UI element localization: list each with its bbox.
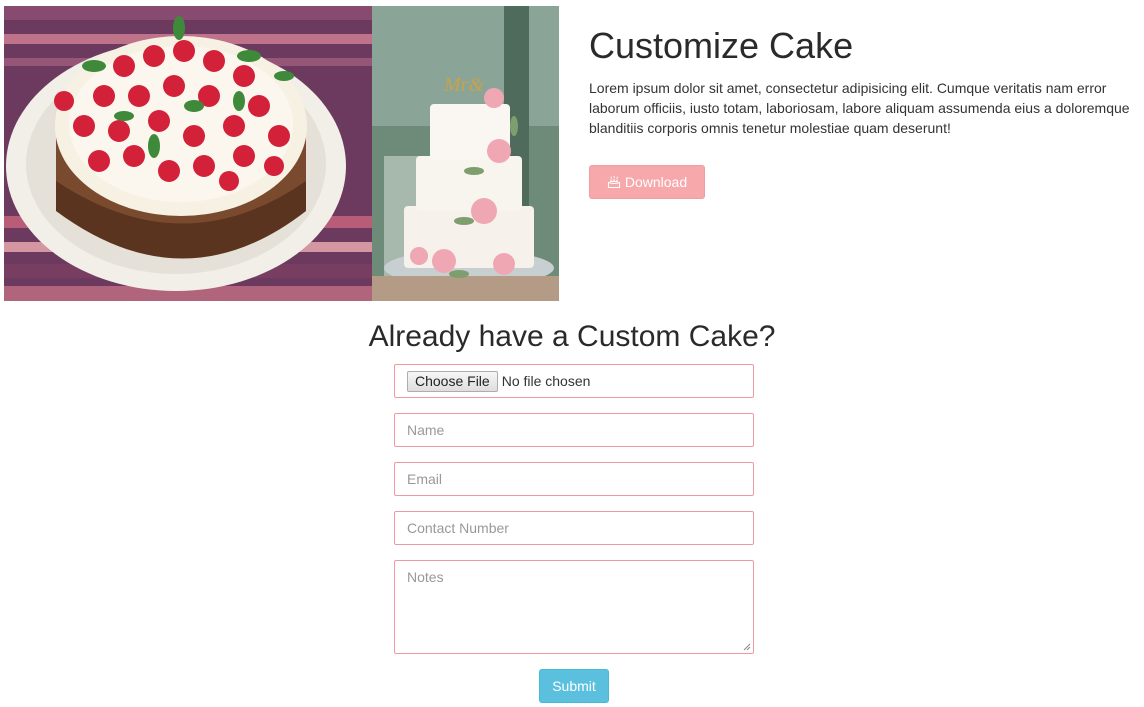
submit-button[interactable]: Submit [539,669,609,703]
contact-number-placeholder: Contact Number [407,520,509,536]
hero-description-line: blanditiis corporis omnis tenetur molest… [589,120,951,136]
page-title: Customize Cake [589,25,854,66]
raspberry-cake-photo [4,6,372,301]
download-button[interactable]: Download [589,165,705,199]
hero-description-line: Lorem ipsum dolor sit amet, consectetur … [589,80,1107,96]
download-label: Download [624,174,688,190]
notes-textarea[interactable]: Notes [394,560,754,654]
hero-description: Lorem ipsum dolor sit amet, consectetur … [589,78,1144,138]
form-title: Already have a Custom Cake? [368,320,776,353]
hero-description-line: laborum officiis, iusto totam, laboriosa… [589,100,1130,116]
file-status: No file chosen [501,373,591,389]
notes-placeholder: Notes [407,569,444,585]
email-placeholder: Email [407,471,443,487]
contact-number-input[interactable]: Contact Number [394,511,754,545]
cake-icon [607,175,621,189]
file-upload-field[interactable]: Choose File No file chosen [394,364,754,398]
choose-file-button[interactable]: Choose File [407,370,498,392]
svg-text:Mr&: Mr& [443,74,484,96]
wedding-cake-photo: Mr& [372,6,559,301]
name-placeholder: Name [407,422,445,438]
hero-image: Mr& [4,6,559,301]
email-input[interactable]: Email [394,462,754,496]
hero-text: Customize Cake Lorem ipsum dolor sit ame… [589,26,1144,138]
name-input[interactable]: Name [394,413,754,447]
resize-grip-icon[interactable] [743,643,751,651]
